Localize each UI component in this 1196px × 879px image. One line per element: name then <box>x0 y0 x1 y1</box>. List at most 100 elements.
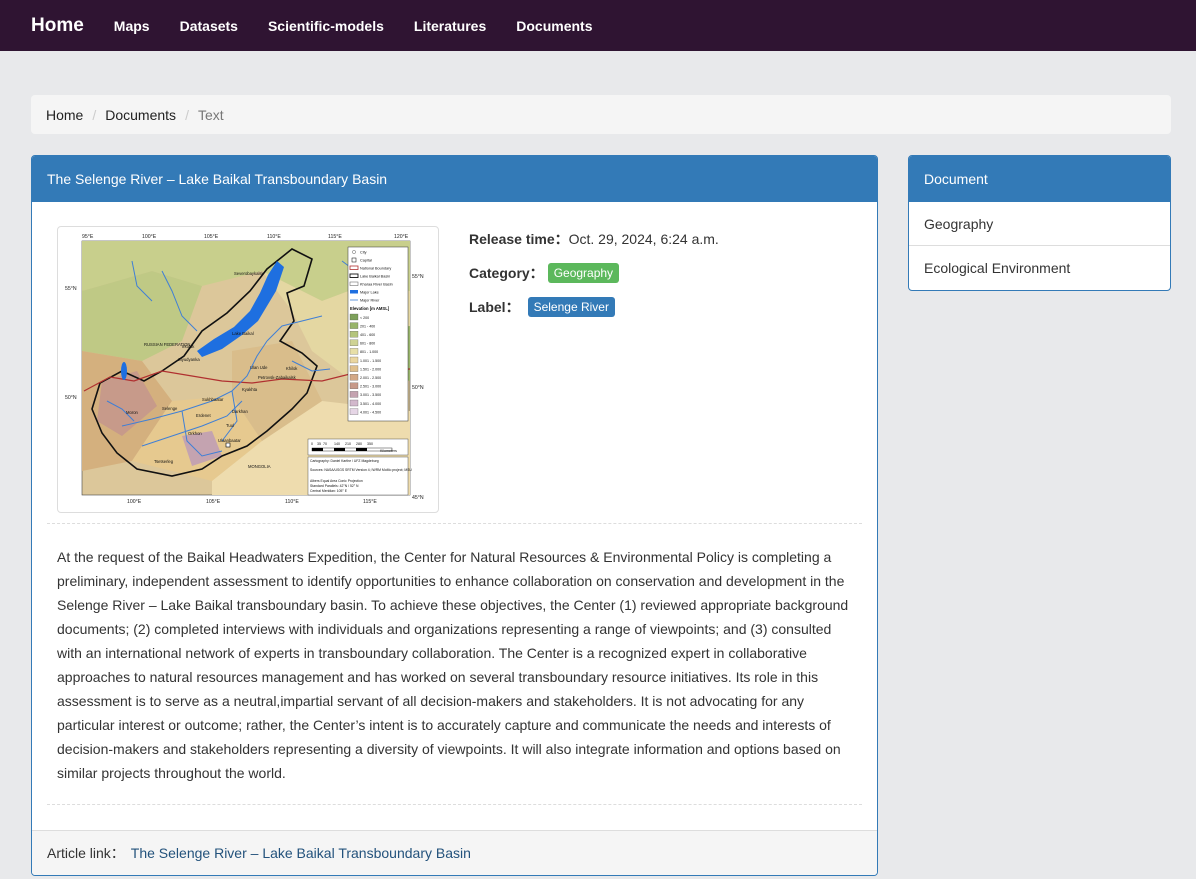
release-time-row: Release time： Oct. 29, 2024, 6:24 a.m. <box>469 228 719 250</box>
legend-swatch <box>349 322 359 329</box>
legend-class-label: 1.501 - 2.000 <box>360 367 381 371</box>
map-place: Sukhbaatar <box>202 397 224 402</box>
scale-bar: 0 35 70 140 210 280 350 Kilometers <box>307 438 409 456</box>
category-row: Category： Geography <box>469 262 719 284</box>
svg-text:70: 70 <box>323 442 327 446</box>
map-tick: 100°E <box>127 499 142 505</box>
legend-swatch <box>349 382 359 389</box>
map-place: Erdenet <box>196 413 212 418</box>
release-time-value: Oct. 29, 2024, 6:24 a.m. <box>568 231 719 247</box>
map-place: Tsetserleg <box>154 459 174 464</box>
document-sidebar: Document Geography Ecological Environmen… <box>908 155 1171 291</box>
svg-text:350: 350 <box>367 442 373 446</box>
svg-text:0: 0 <box>311 442 313 446</box>
svg-text:City: City <box>360 251 367 255</box>
legend-class-label: 2.501 - 3.000 <box>360 385 381 389</box>
breadcrumb-current: Text <box>197 106 224 123</box>
svg-text:Central Meridian: 105° E: Central Meridian: 105° E <box>310 489 348 493</box>
breadcrumb-home[interactable]: Home <box>46 107 83 123</box>
svg-text:Lake Baikal Basin: Lake Baikal Basin <box>360 275 390 279</box>
map-place: Severobaykalsk <box>234 271 264 276</box>
map-credits: Cartography: Daniel Karthe / UFZ Magdebu… <box>307 456 412 496</box>
breadcrumb-separator: / <box>92 106 97 123</box>
article-body: At the request of the Baikal Headwaters … <box>57 549 849 781</box>
svg-text:Major River: Major River <box>360 299 380 303</box>
map-place: MONGOLIA <box>248 464 271 469</box>
article-footer: Article link： The Selenge River – Lake B… <box>32 830 877 875</box>
breadcrumb-documents[interactable]: Documents <box>105 107 176 123</box>
legend-swatch <box>349 399 359 407</box>
legend-class-label: 201 - 400 <box>360 324 375 328</box>
nav-scientific-models-link[interactable]: Scientific-models <box>268 18 384 34</box>
sidebar-item-ecological-environment[interactable]: Ecological Environment <box>909 246 1170 290</box>
legend-class-label: 1.001 - 1.500 <box>360 359 381 363</box>
map-place: Khilok <box>286 366 298 371</box>
map-tick: 55°N <box>65 286 77 292</box>
map-tick: 115°E <box>363 499 377 505</box>
article-link[interactable]: The Selenge River – Lake Baikal Transbou… <box>131 845 471 861</box>
svg-text:Cartography: Daniel Karthe / U: Cartography: Daniel Karthe / UFZ Magdebu… <box>310 459 379 463</box>
legend-swatch <box>349 356 359 364</box>
article-meta: Release time： Oct. 29, 2024, 6:24 a.m. C… <box>469 228 719 330</box>
map-place: Kyakhta <box>242 387 258 392</box>
legend-swatch <box>349 408 359 415</box>
selenge-basin-map: 95°E 100°E 105°E 110°E 115°E 120°E 100°E… <box>62 231 434 508</box>
map-tick: 50°N <box>65 395 77 401</box>
breadcrumb: Home / Documents / Text <box>31 95 1171 134</box>
legend-swatch <box>349 339 359 346</box>
map-tick: 50°N <box>412 385 424 391</box>
legend-class-label: 2.001 - 2.500 <box>360 376 381 380</box>
nav-documents-link[interactable]: Documents <box>516 18 592 34</box>
release-time-label: Release time： <box>469 231 569 247</box>
svg-text:35: 35 <box>317 442 321 446</box>
legend-class-label: 401 - 600 <box>360 333 375 337</box>
legend-swatch <box>349 331 359 338</box>
legend-swatch <box>349 391 359 398</box>
svg-text:Albers Equal Area Conic Projec: Albers Equal Area Conic Projection <box>310 479 363 483</box>
legend-swatch <box>349 348 359 355</box>
legend-class-label: < 200 <box>360 316 369 320</box>
map-thumbnail[interactable]: 95°E 100°E 105°E 110°E 115°E 120°E 100°E… <box>57 226 439 513</box>
nav-datasets-link[interactable]: Datasets <box>180 18 238 34</box>
svg-text:Kharaa River Basin: Kharaa River Basin <box>360 283 393 287</box>
map-place: Petrovsk-Zabaikalsk <box>258 375 297 380</box>
legend-swatch <box>349 374 359 381</box>
map-tick: 55°N <box>412 274 424 280</box>
map-legend: City Capital National Boundary Lake Baik… <box>347 246 409 422</box>
map-tick: 105°E <box>206 499 221 505</box>
svg-text:Capital: Capital <box>360 259 372 263</box>
divider <box>47 523 862 524</box>
article-link-label: Article link： <box>47 845 125 861</box>
article-panel: The Selenge River – Lake Baikal Transbou… <box>31 155 878 876</box>
nav-maps-link[interactable]: Maps <box>114 18 150 34</box>
map-place: Moron <box>126 410 139 415</box>
svg-text:Major Lake: Major Lake <box>360 291 379 295</box>
legend-class-label: 3.001 - 3.500 <box>360 393 381 397</box>
nav-literatures-link[interactable]: Literatures <box>414 18 486 34</box>
map-tick: 95°E <box>82 234 94 240</box>
legend-swatch <box>349 365 359 372</box>
map-place: Slyudyanka <box>178 357 200 362</box>
divider <box>47 804 862 805</box>
legend-swatch <box>349 313 359 321</box>
svg-text:National Boundary: National Boundary <box>360 267 391 271</box>
top-navbar: Home Maps Datasets Scientific-models Lit… <box>0 0 1196 51</box>
svg-text:210: 210 <box>345 442 351 446</box>
svg-text:280: 280 <box>356 442 362 446</box>
sidebar-item-geography[interactable]: Geography <box>909 202 1170 246</box>
article-title: The Selenge River – Lake Baikal Transbou… <box>32 156 877 202</box>
map-place: Darkhan <box>232 409 248 414</box>
legend-class-label: 4.001 - 4.500 <box>360 410 381 414</box>
svg-text:140: 140 <box>334 442 340 446</box>
svg-text:Elevation [m AMSL]: Elevation [m AMSL] <box>350 306 390 311</box>
legend-class-label: 3.501 - 4.000 <box>360 402 381 406</box>
map-tick: 120°E <box>394 234 409 240</box>
sidebar-title: Document <box>909 156 1170 202</box>
nav-home-link[interactable]: Home <box>31 15 84 37</box>
map-place: Irkutsk <box>182 344 195 349</box>
category-label: Category： <box>469 265 544 281</box>
map-place: Selenge <box>162 406 178 411</box>
tag-badge[interactable]: Selenge River <box>527 297 615 317</box>
category-badge[interactable]: Geography <box>547 263 620 283</box>
map-place: Tuul <box>226 423 234 428</box>
